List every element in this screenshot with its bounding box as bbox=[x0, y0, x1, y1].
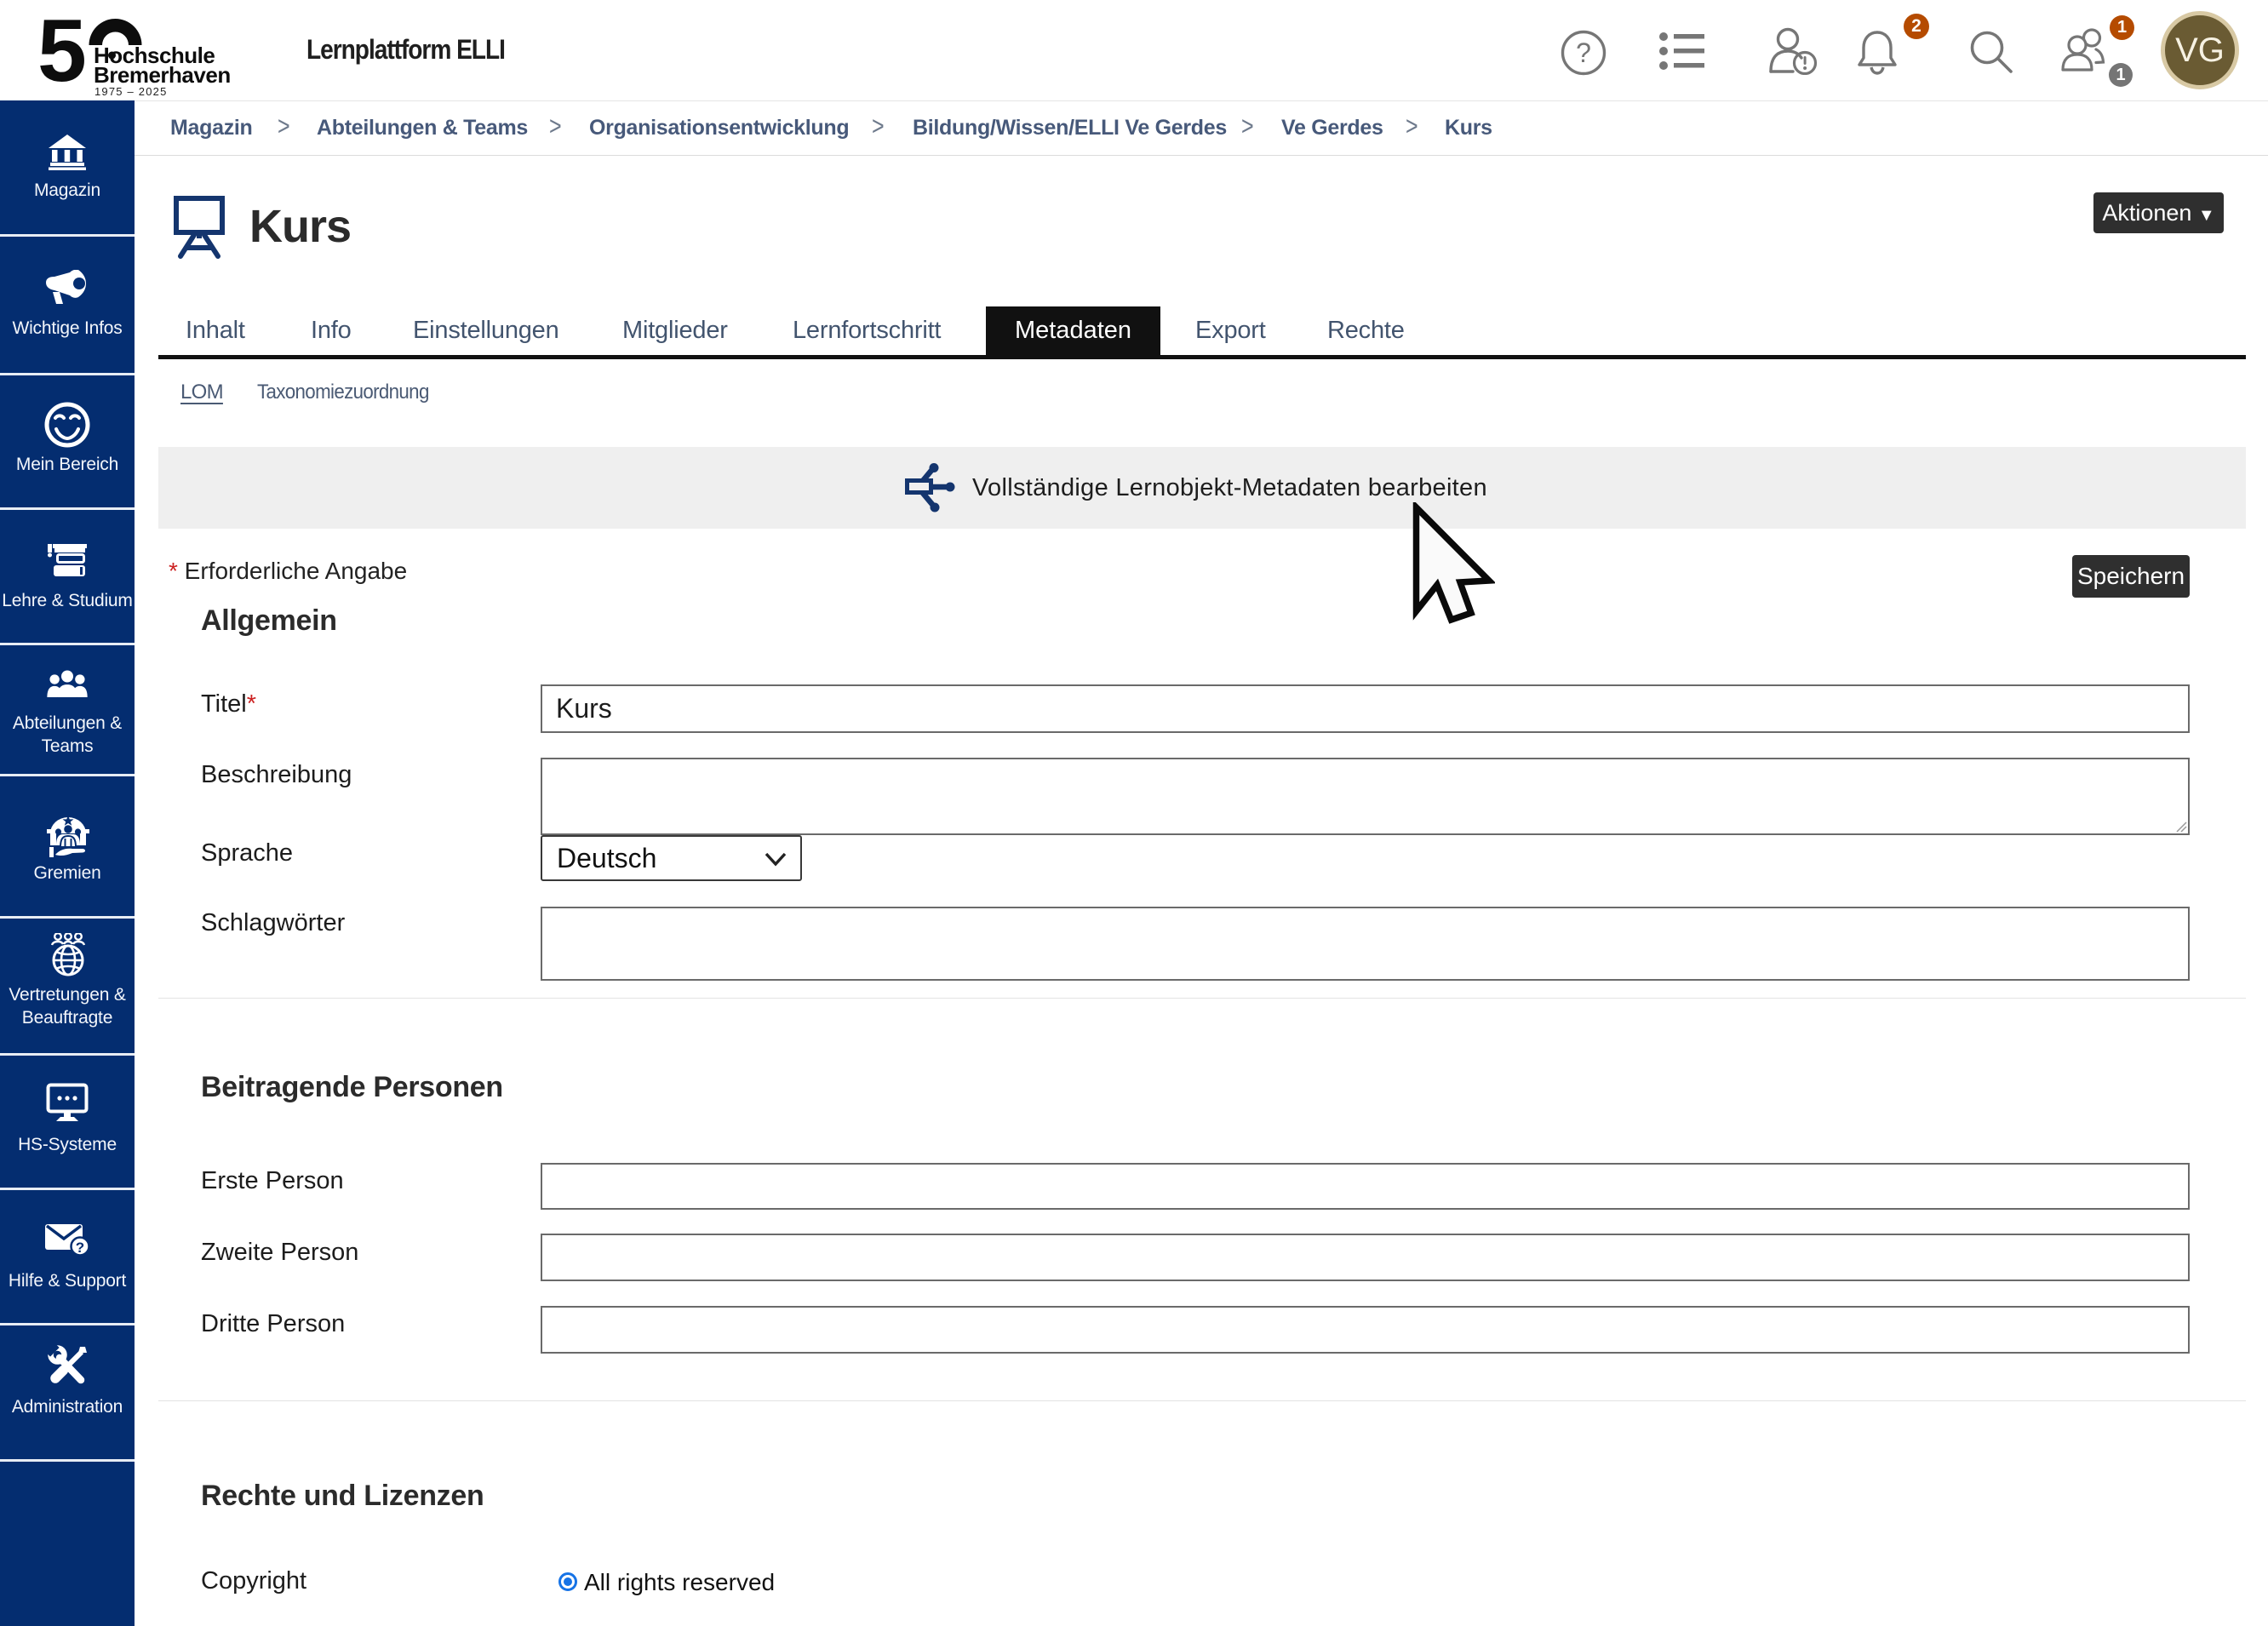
svg-text:Bremerhaven: Bremerhaven bbox=[94, 62, 231, 88]
svg-text:?: ? bbox=[1576, 37, 1591, 68]
svg-text:5: 5 bbox=[37, 5, 87, 100]
svg-text:1975 – 2025: 1975 – 2025 bbox=[94, 85, 168, 98]
svg-text:?: ? bbox=[76, 1240, 84, 1256]
